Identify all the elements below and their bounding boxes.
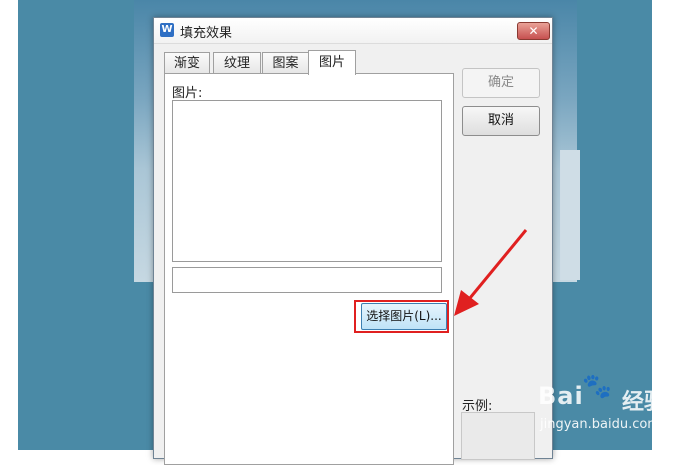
picture-label: 图片: (172, 86, 203, 101)
tab-pattern[interactable]: 图案 (262, 52, 309, 74)
page-margin-right (652, 0, 700, 450)
watermark-jingyan-text: 经验 (622, 390, 667, 415)
background-cloud (560, 150, 580, 280)
dialog-title: 填充效果 (180, 26, 233, 41)
tab-texture[interactable]: 纹理 (213, 52, 261, 74)
picture-tab-panel: 图片: 选择图片(L)... (164, 73, 454, 465)
watermark-baidu-logo: Bai (538, 382, 584, 410)
select-picture-button[interactable]: 选择图片(L)... (361, 303, 447, 330)
close-button[interactable]: ✕ (517, 22, 550, 40)
picture-preview (172, 100, 442, 262)
page-margin-left (0, 0, 18, 450)
ok-button[interactable]: 确定 (462, 68, 540, 98)
picture-name-field (172, 267, 442, 293)
wps-writer-icon: W (160, 23, 174, 37)
paw-icon: 🐾 (582, 372, 612, 400)
dialog-titlebar[interactable]: W 填充效果 ✕ (154, 18, 552, 44)
cancel-button[interactable]: 取消 (462, 106, 540, 136)
watermark-url: jingyan.baidu.com (540, 417, 660, 432)
fill-effects-dialog: W 填充效果 ✕ 渐变 纹理 图案 图片 图片: 选择图片(L)... 确定 取… (153, 17, 553, 465)
tab-gradient[interactable]: 渐变 (164, 52, 210, 74)
tab-picture[interactable]: 图片 (308, 50, 356, 75)
example-preview (461, 412, 535, 460)
